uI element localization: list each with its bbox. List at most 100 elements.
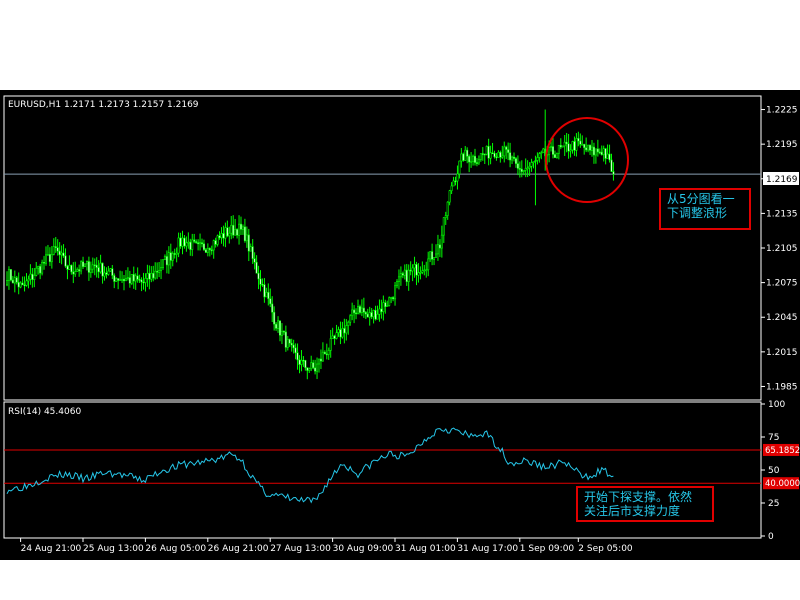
candle-body (569, 149, 572, 152)
candle-body (68, 264, 71, 270)
candle-body (409, 269, 412, 272)
candle-body (454, 180, 457, 183)
candle-body (257, 272, 260, 280)
candle-body (241, 226, 244, 230)
candle-body (50, 253, 53, 263)
candle-body (253, 258, 256, 263)
candle-body (64, 255, 67, 267)
candle-body (501, 155, 504, 158)
candle-body (575, 138, 578, 151)
candle-body (70, 264, 73, 273)
candle-body (466, 149, 469, 157)
candle-body (173, 253, 176, 255)
candle-body (602, 148, 605, 155)
candle-body (561, 145, 564, 148)
candle-body (288, 339, 291, 344)
candle-body (477, 159, 480, 164)
candle-body (284, 331, 287, 348)
candle-body (419, 271, 422, 274)
candle-body (462, 153, 465, 161)
candle-body (43, 261, 46, 264)
candle-body (228, 232, 231, 237)
candle-body (329, 338, 332, 351)
candle-body (592, 146, 595, 156)
candle-body (187, 241, 190, 244)
candle-body (360, 307, 363, 313)
candle-body (485, 146, 488, 155)
candle-body (596, 148, 599, 153)
candle-body (23, 284, 26, 287)
candle-body (48, 254, 51, 263)
candle-body (146, 272, 149, 279)
candle-body (555, 153, 558, 158)
rsi-tick-label: 50 (768, 466, 780, 476)
price-tick-label: 1.2225 (766, 106, 798, 116)
candle-body (265, 292, 268, 298)
candle-body (376, 313, 379, 320)
candle-body (440, 234, 443, 249)
candle-body (189, 241, 192, 250)
candle-body (606, 153, 609, 159)
candle-body (392, 297, 395, 300)
candle-body (247, 234, 250, 252)
candle-body (540, 152, 543, 154)
candle-body (460, 153, 463, 162)
candle-body (156, 270, 159, 273)
note2-line1: 开始下探支撑。依然 (584, 490, 693, 504)
candle-body (536, 157, 539, 161)
candle-body (567, 143, 570, 152)
candle-body (238, 223, 241, 236)
candle-body (171, 253, 174, 261)
candle-body (583, 143, 586, 148)
candle-body (204, 249, 207, 253)
candle-body (421, 270, 424, 273)
candle-body (259, 278, 262, 285)
candle-body (177, 237, 180, 254)
candle-body (17, 282, 20, 288)
note1-line1: 从5分图看一 (667, 192, 735, 206)
candle-body (316, 363, 319, 372)
candle-body (99, 262, 102, 273)
candle-body (255, 261, 258, 274)
candle-body (199, 242, 202, 245)
candle-body (298, 359, 301, 365)
candle-body (121, 278, 124, 281)
candle-body (333, 335, 336, 339)
candle-body (399, 273, 402, 278)
time-tick-label: 30 Aug 09:00 (333, 544, 394, 554)
candle-body (29, 273, 32, 280)
candle-body (208, 248, 211, 251)
candle-body (573, 141, 576, 151)
price-tick-label: 1.1985 (766, 382, 798, 392)
time-tick-label: 2 Sep 05:00 (578, 544, 633, 554)
candle-body (600, 151, 603, 155)
candle-body (74, 271, 77, 275)
candle-body (271, 303, 274, 313)
rsi-level-label: 40.0000 (765, 479, 800, 489)
candle-body (152, 272, 155, 279)
candle-body (499, 151, 502, 158)
candle-body (355, 312, 358, 315)
candle-body (37, 265, 40, 269)
candle-body (234, 229, 237, 236)
candle-body (598, 151, 601, 154)
time-tick-label: 26 Aug 05:00 (145, 544, 206, 554)
candle-body (380, 308, 383, 313)
candle-body (15, 277, 18, 283)
candle-body (31, 273, 34, 280)
note2-line2: 关注后市支撑力度 (584, 504, 681, 518)
candle-body (345, 325, 348, 334)
candle-body (507, 149, 510, 153)
candle-body (436, 244, 439, 255)
annotation-note-2: 开始下探支撑。依然 关注后市支撑力度 (576, 486, 714, 522)
candle-body (358, 306, 361, 313)
time-tick-label: 25 Aug 13:00 (83, 544, 144, 554)
candle-body (550, 146, 553, 148)
price-tick-label: 1.2105 (766, 244, 798, 254)
candle-body (456, 173, 459, 182)
candle-body (226, 227, 229, 237)
rsi-level-label: 65.1852 (765, 446, 800, 456)
time-tick-label: 1 Sep 09:00 (520, 544, 575, 554)
candle-body (13, 277, 16, 284)
candle-body (275, 323, 278, 329)
